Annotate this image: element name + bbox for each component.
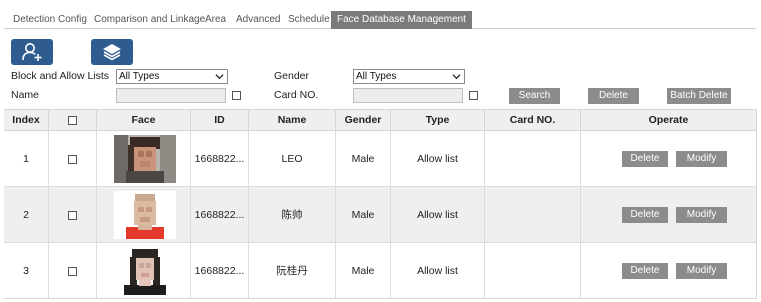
- row-modify-button[interactable]: Modify: [676, 151, 727, 167]
- list-filter-label: Block and Allow Lists: [11, 70, 110, 82]
- col-type: Type: [391, 110, 485, 131]
- tab-area[interactable]: Area: [205, 11, 226, 29]
- row-gender: Male: [336, 187, 391, 243]
- tab-face-database-management[interactable]: Face Database Management: [331, 11, 472, 29]
- face-thumbnail: [114, 135, 176, 183]
- name-input[interactable]: [116, 88, 226, 103]
- col-name: Name: [249, 110, 336, 131]
- tab-schedule[interactable]: Schedule: [288, 11, 330, 29]
- tab-detection-config[interactable]: Detection Config: [13, 11, 87, 29]
- row-card-no: [485, 131, 581, 187]
- row-name: 陈帅: [249, 187, 336, 243]
- row-card-no: [485, 243, 581, 299]
- col-gender: Gender: [336, 110, 391, 131]
- row-modify-button[interactable]: Modify: [676, 207, 727, 223]
- row-card-no: [485, 187, 581, 243]
- table-row: 2 1668822... 陈帅 Male Allow list Delete M…: [4, 187, 756, 243]
- select-all-checkbox[interactable]: [68, 115, 77, 125]
- batch-import-button[interactable]: [91, 39, 133, 65]
- table-bottom-border: [4, 298, 756, 299]
- col-operate: Operate: [648, 114, 689, 126]
- row-face-cell: [97, 131, 191, 187]
- add-face-button[interactable]: [11, 39, 53, 65]
- gender-label: Gender: [274, 70, 310, 82]
- row-index: 2: [4, 187, 49, 243]
- row-checkbox[interactable]: [68, 210, 77, 220]
- row-select-cell: [49, 131, 97, 187]
- row-select-cell: [49, 187, 97, 243]
- face-thumbnail: [114, 191, 176, 239]
- row-face-cell: [97, 243, 191, 299]
- face-thumbnail: [114, 247, 176, 295]
- layers-icon: [103, 44, 121, 61]
- table-row: 3 1668822... 阮桂丹 Male Allow list Delete …: [4, 243, 756, 299]
- row-name: 阮桂丹: [249, 243, 336, 299]
- col-face: Face: [97, 110, 191, 131]
- add-person-icon: [22, 43, 42, 61]
- table-row: 1 1668822... LEO Male Allow list Delete …: [4, 131, 756, 187]
- list-type-value: All Types: [119, 71, 160, 82]
- batch-delete-button[interactable]: Batch Delete: [667, 88, 731, 104]
- table-header: Index Face ID Name Gender Type Card NO. …: [4, 109, 756, 131]
- row-gender: Male: [336, 131, 391, 187]
- row-id: 1668822...: [191, 187, 249, 243]
- row-type: Allow list: [391, 131, 485, 187]
- col-index: Index: [4, 110, 49, 131]
- row-operate-cell: Delete Modify: [581, 131, 756, 187]
- row-index: 1: [4, 131, 49, 187]
- col-id: ID: [191, 110, 249, 131]
- gender-select[interactable]: All Types: [353, 69, 465, 84]
- row-gender: Male: [336, 243, 391, 299]
- row-select-cell: [49, 243, 97, 299]
- card-no-input[interactable]: [353, 88, 463, 103]
- row-delete-button[interactable]: Delete: [622, 151, 668, 167]
- col-select-all: [49, 110, 97, 131]
- row-type: Allow list: [391, 187, 485, 243]
- chevron-down-icon: [452, 74, 461, 80]
- tab-advanced[interactable]: Advanced: [236, 11, 280, 29]
- row-index: 3: [4, 243, 49, 299]
- row-face-cell: [97, 187, 191, 243]
- tab-comparison-and-linkage[interactable]: Comparison and Linkage: [94, 11, 205, 29]
- row-name: LEO: [249, 131, 336, 187]
- gender-value: All Types: [356, 71, 397, 82]
- row-id: 1668822...: [191, 243, 249, 299]
- col-card-no: Card NO.: [485, 110, 581, 131]
- row-checkbox[interactable]: [68, 154, 77, 164]
- name-label: Name: [11, 89, 40, 101]
- name-checkbox[interactable]: [232, 91, 241, 100]
- delete-button[interactable]: Delete: [588, 88, 639, 104]
- row-operate-cell: Delete Modify: [581, 187, 756, 243]
- chevron-down-icon: [215, 74, 224, 80]
- list-type-select[interactable]: All Types: [116, 69, 228, 84]
- row-id: 1668822...: [191, 131, 249, 187]
- row-operate-cell: Delete Modify: [581, 243, 756, 299]
- row-checkbox[interactable]: [68, 266, 77, 276]
- search-button[interactable]: Search: [509, 88, 560, 104]
- tab-bar: Detection Config Comparison and Linkage …: [4, 11, 756, 29]
- table-right-border: [756, 109, 757, 299]
- card-no-label: Card NO.: [274, 89, 319, 101]
- row-delete-button[interactable]: Delete: [622, 207, 668, 223]
- row-type: Allow list: [391, 243, 485, 299]
- row-modify-button[interactable]: Modify: [676, 263, 727, 279]
- card-no-checkbox[interactable]: [469, 91, 478, 100]
- row-delete-button[interactable]: Delete: [622, 263, 668, 279]
